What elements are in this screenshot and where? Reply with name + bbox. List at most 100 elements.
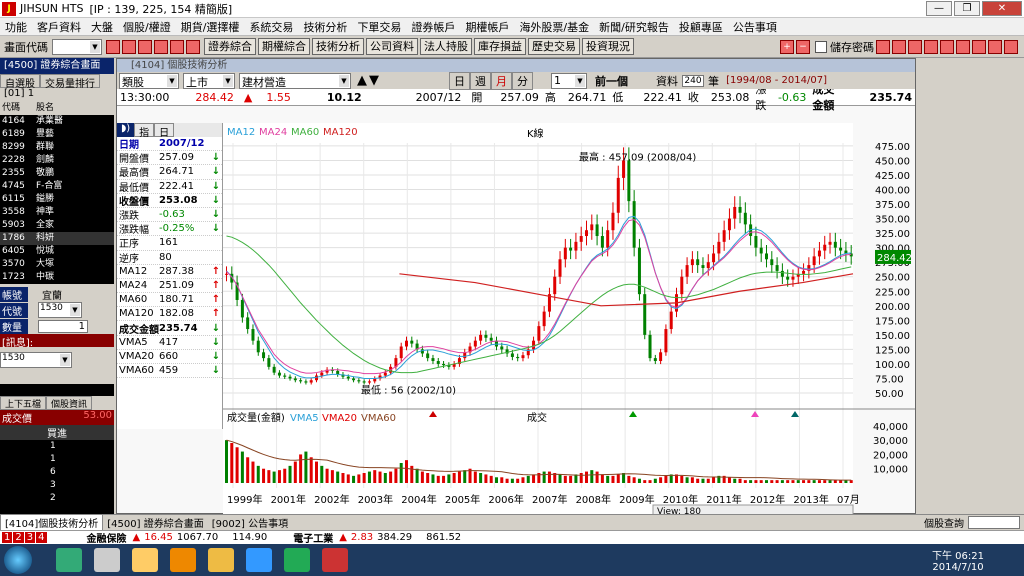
- close-button[interactable]: ✕: [982, 1, 1022, 16]
- menu-item-13[interactable]: 公告事項: [728, 19, 782, 35]
- fill-icon[interactable]: [940, 40, 954, 54]
- tab-screen-4104[interactable]: [4104]個股技術分析: [0, 514, 104, 531]
- zoom-icon[interactable]: [924, 40, 938, 54]
- menu-item-12[interactable]: 投顧專區: [674, 19, 728, 35]
- period-month-button[interactable]: 月: [491, 71, 512, 90]
- tab-five-levels[interactable]: 上下五檔: [0, 396, 47, 410]
- sector-select[interactable]: 建材營造: [239, 72, 351, 89]
- info-icon[interactable]: ◗): [117, 123, 135, 137]
- media-icon[interactable]: [170, 548, 196, 572]
- folder-icon[interactable]: [208, 548, 234, 572]
- toolbar-button-2[interactable]: 技術分析: [312, 38, 364, 55]
- up-arrow-button[interactable]: ▲: [357, 73, 367, 88]
- watchlist-row[interactable]: 5903 全家: [0, 219, 114, 232]
- menu-item-7[interactable]: 下單交易: [352, 19, 406, 35]
- menu-item-2[interactable]: 大盤: [86, 19, 118, 35]
- clock[interactable]: 下午 06:21 2014/7/10: [932, 547, 984, 573]
- toolbar-button-0[interactable]: 證券綜合: [204, 38, 256, 55]
- watchlist-row[interactable]: 2355 敬鵬: [0, 167, 114, 180]
- browser-icon[interactable]: [246, 548, 272, 572]
- tab-screen-4500[interactable]: [4500] 證券綜合畫面: [103, 515, 207, 530]
- minimize-button[interactable]: —: [926, 1, 952, 16]
- save-icon[interactable]: [122, 39, 136, 54]
- menu-item-9[interactable]: 期權帳戶: [460, 19, 514, 35]
- tab-indicator[interactable]: 指: [134, 123, 155, 139]
- menu-item-10[interactable]: 海外股票/基金: [514, 19, 594, 35]
- dropdown-icon[interactable]: [186, 39, 200, 54]
- ie-icon[interactable]: [56, 548, 82, 572]
- maximize-button[interactable]: ❐: [954, 1, 980, 16]
- add-icon[interactable]: +: [780, 40, 794, 54]
- menu-item-4[interactable]: 期貨/選擇權: [176, 19, 245, 35]
- pen-icon[interactable]: [972, 40, 986, 54]
- paint-icon[interactable]: [132, 548, 158, 572]
- candlestick-chart[interactable]: 475.00 450.00 425.00 400.00 375.00 350.00 325.…: [223, 123, 915, 517]
- eraser-icon[interactable]: [988, 40, 1002, 54]
- toolbar-button-7[interactable]: 投資現況: [582, 38, 634, 55]
- watchlist-row[interactable]: 6405 悅城: [0, 245, 114, 258]
- menu-item-1[interactable]: 客戶資料: [32, 19, 86, 35]
- watchlist-row[interactable]: 2228 劍麟: [0, 154, 114, 167]
- menu-item-5[interactable]: 系統交易: [244, 19, 298, 35]
- settings-icon[interactable]: [1004, 40, 1018, 54]
- toolbar-button-6[interactable]: 歷史交易: [528, 38, 580, 55]
- menu-item-8[interactable]: 證券帳戶: [406, 19, 460, 35]
- save-password-checkbox[interactable]: [815, 41, 827, 53]
- watchlist-row[interactable]: 3558 神準: [0, 206, 114, 219]
- start-button[interactable]: [4, 546, 32, 574]
- period-minute-button[interactable]: 分: [512, 71, 533, 90]
- page-4-button[interactable]: 4: [36, 532, 47, 543]
- tab-stock-info[interactable]: 個股資訊: [46, 396, 93, 410]
- draw-rect-icon[interactable]: [892, 40, 906, 54]
- toolbar-button-4[interactable]: 法人持股: [420, 38, 472, 55]
- remove-icon[interactable]: −: [796, 40, 810, 54]
- help-icon[interactable]: [154, 39, 168, 54]
- tab-volume-rank[interactable]: 交易量排行: [40, 74, 100, 90]
- open-icon[interactable]: [138, 39, 152, 54]
- group-select[interactable]: [01] 1: [0, 88, 114, 102]
- layout-icon[interactable]: [170, 39, 184, 54]
- page-3-button[interactable]: 3: [24, 532, 36, 543]
- scissors-icon[interactable]: [94, 548, 120, 572]
- prev-button[interactable]: 前一個: [595, 73, 628, 89]
- market-select[interactable]: 上市: [183, 72, 235, 89]
- edit-icon[interactable]: [908, 40, 922, 54]
- page-2-button[interactable]: 2: [13, 532, 24, 543]
- watchlist-row[interactable]: 1723 中碳: [0, 271, 114, 284]
- watchlist-row[interactable]: 8299 群聯: [0, 141, 114, 154]
- tool-icon[interactable]: [956, 40, 970, 54]
- code-input[interactable]: 1530: [38, 302, 82, 318]
- watchlist-row[interactable]: 3570 大塚: [0, 258, 114, 271]
- market-type-select[interactable]: 類股: [119, 72, 179, 89]
- draw-line-icon[interactable]: [876, 40, 890, 54]
- menu-item-11[interactable]: 新聞/研究報告: [594, 19, 674, 35]
- period-number[interactable]: 1: [551, 72, 587, 89]
- watchlist-row[interactable]: 6115 鎰勝: [0, 193, 114, 206]
- watchlist-row[interactable]: 4164 承業醫: [0, 115, 114, 128]
- tab-screen-9002[interactable]: [9002] 公告事項: [208, 515, 292, 530]
- watchlist-row[interactable]: 1786 科妍: [0, 232, 114, 245]
- screen-code-combo[interactable]: [52, 38, 102, 55]
- qty-input[interactable]: 1: [38, 319, 88, 333]
- code-combo-2[interactable]: 1530: [0, 352, 72, 368]
- toolbar-button-1[interactable]: 期權綜合: [258, 38, 310, 55]
- jihsun-icon[interactable]: [322, 548, 348, 572]
- period-week-button[interactable]: 週: [470, 71, 491, 90]
- down-arrow-button[interactable]: ▼: [369, 73, 379, 88]
- data-count-input[interactable]: 240: [682, 74, 704, 87]
- tab-day[interactable]: 日: [154, 123, 175, 139]
- menu-item-3[interactable]: 個股/權證: [118, 19, 176, 35]
- page-1-button[interactable]: 1: [2, 532, 13, 543]
- stock-query-input[interactable]: [968, 516, 1020, 529]
- watchlist-row[interactable]: 6189 豐藝: [0, 128, 114, 141]
- watchlist-row[interactable]: 4745 F-合富: [0, 180, 114, 193]
- toolbar-button-5[interactable]: 庫存損益: [474, 38, 526, 55]
- tab-favorites[interactable]: 自選股: [0, 74, 40, 90]
- print-icon[interactable]: [106, 39, 120, 54]
- toolbar-button-3[interactable]: 公司資料: [366, 38, 418, 55]
- period-day-button[interactable]: 日: [449, 71, 470, 90]
- excel-icon[interactable]: [284, 548, 310, 572]
- menu-item-0[interactable]: 功能: [0, 19, 32, 35]
- menu-item-6[interactable]: 技術分析: [298, 19, 352, 35]
- chart-area[interactable]: 475.00 450.00 425.00 400.00 375.00 350.00 325.…: [223, 123, 915, 517]
